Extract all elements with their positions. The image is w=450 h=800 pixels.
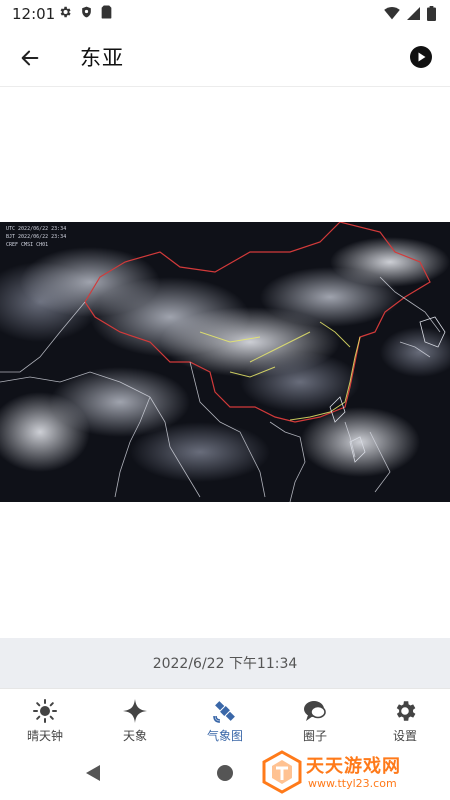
sparkle-star-icon xyxy=(121,697,149,725)
status-right-icons xyxy=(384,6,436,21)
cloud xyxy=(130,422,270,482)
nav-label: 圈子 xyxy=(302,729,327,743)
nav-item-settings[interactable]: 设置 xyxy=(360,689,450,749)
sim-card-icon xyxy=(101,5,112,19)
wifi-icon xyxy=(384,7,400,20)
watermark-logo-icon xyxy=(262,750,302,794)
nav-label: 晴天钟 xyxy=(26,729,63,743)
signal-icon xyxy=(407,7,420,20)
play-circle-icon xyxy=(410,46,432,68)
nav-label: 设置 xyxy=(392,729,417,743)
play-button[interactable] xyxy=(406,42,436,72)
satellite-label: BJT 2022/06/22 23:34 xyxy=(6,234,67,240)
nav-item-astronomy[interactable]: 天象 xyxy=(90,689,180,749)
satellite-image[interactable]: UTC 2022/06/22 23:34 BJT 2022/06/22 23:3… xyxy=(0,222,450,502)
gear-icon xyxy=(60,6,71,18)
gear-icon xyxy=(391,697,419,725)
system-back-icon[interactable] xyxy=(85,764,101,782)
satellite-label: UTC 2022/06/22 23:34 xyxy=(6,226,67,232)
status-left-icons xyxy=(58,5,112,19)
nav-label: 气象图 xyxy=(206,729,243,743)
bottom-nav: 晴天钟 天象 气象图 圈子 设置 xyxy=(0,688,450,749)
watermark: 天天游戏网 www.ttyl23.com xyxy=(262,750,442,796)
satellite-icon xyxy=(211,697,239,725)
page-title: 东亚 xyxy=(80,46,124,70)
watermark-title: 天天游戏网 xyxy=(306,756,401,777)
nav-item-clear-sky-clock[interactable]: 晴天钟 xyxy=(0,689,90,749)
app-bar: 东亚 xyxy=(0,28,450,87)
status-time: 12:01 xyxy=(12,5,56,23)
status-bar: 12:01 xyxy=(0,0,450,28)
sun-icon xyxy=(31,697,59,725)
watermark-url: www.ttyl23.com xyxy=(308,777,397,790)
arrow-left-icon xyxy=(21,50,39,66)
nav-label: 天象 xyxy=(122,729,147,743)
chat-bubble-icon xyxy=(301,697,329,725)
satellite-label: CREF CMSI CH01 xyxy=(6,242,49,248)
back-button[interactable] xyxy=(14,42,46,74)
nav-item-weather-map[interactable]: 气象图 xyxy=(180,689,270,749)
timestamp-text: 2022/6/22 下午11:34 xyxy=(152,656,298,672)
content-area: UTC 2022/06/22 23:34 BJT 2022/06/22 23:3… xyxy=(0,87,450,638)
timestamp-bar: 2022/6/22 下午11:34 xyxy=(0,638,450,688)
satellite-map xyxy=(0,222,450,502)
shield-icon xyxy=(82,6,91,18)
system-home-button[interactable] xyxy=(217,765,233,781)
battery-icon xyxy=(427,6,436,21)
nav-item-community[interactable]: 圈子 xyxy=(270,689,360,749)
